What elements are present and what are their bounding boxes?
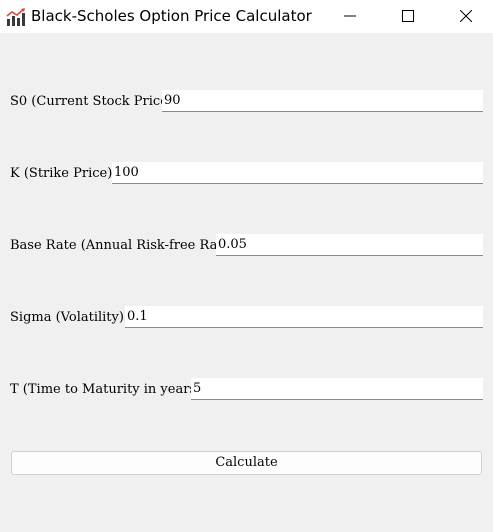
s0-label: S0 (Current Stock Price): — [10, 94, 178, 109]
maximize-icon — [402, 10, 414, 22]
base-rate-label: Base Rate (Annual Risk-free Rate): — [10, 238, 240, 253]
chart-icon — [6, 7, 26, 27]
close-icon — [460, 10, 472, 22]
title-bar: Black-Scholes Option Price Calculator — [0, 0, 493, 33]
close-button[interactable] — [443, 0, 489, 33]
t-input[interactable]: 5 — [191, 378, 483, 400]
s0-row: S0 (Current Stock Price): 90 — [0, 90, 493, 114]
k-row: K (Strike Price): 100 — [0, 162, 493, 186]
calculate-button[interactable]: Calculate — [11, 451, 482, 475]
k-label: K (Strike Price): — [10, 166, 117, 181]
sigma-label: Sigma (Volatility): — [10, 310, 129, 325]
base-rate-input[interactable]: 0.05 — [216, 234, 483, 256]
k-input[interactable]: 100 — [112, 162, 483, 184]
s0-input[interactable]: 90 — [162, 90, 483, 112]
t-row: T (Time to Maturity in years): 5 — [0, 378, 493, 402]
maximize-button[interactable] — [385, 0, 431, 33]
t-label: T (Time to Maturity in years): — [10, 382, 206, 397]
sigma-row: Sigma (Volatility): 0.1 — [0, 306, 493, 330]
minimize-icon — [344, 15, 356, 17]
base-rate-row: Base Rate (Annual Risk-free Rate): 0.05 — [0, 234, 493, 258]
sigma-input[interactable]: 0.1 — [125, 306, 483, 328]
minimize-button[interactable] — [327, 0, 373, 33]
window-title: Black-Scholes Option Price Calculator — [31, 7, 312, 25]
